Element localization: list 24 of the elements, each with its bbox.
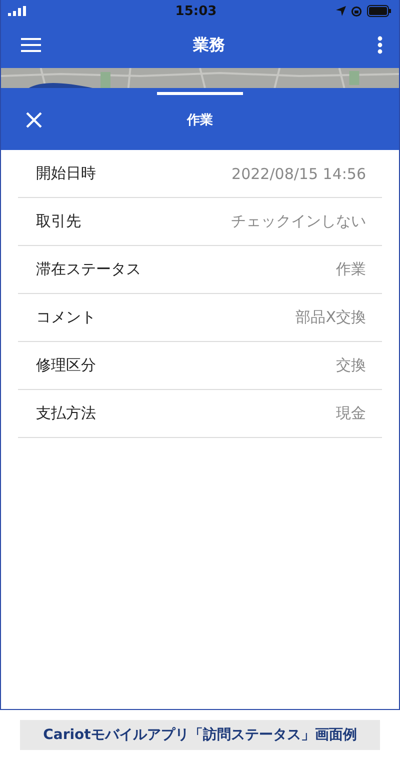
field-value: 2022/08/15 14:56 — [232, 164, 366, 182]
more-options-button[interactable] — [375, 34, 385, 56]
drag-handle[interactable] — [157, 92, 243, 95]
field-value: 部品X交換 — [296, 308, 366, 327]
field-label: 開始日時 — [36, 164, 96, 183]
field-label: 滞在ステータス — [36, 260, 141, 279]
lock-rotation-icon — [350, 6, 362, 16]
field-label: 修理区分 — [36, 356, 96, 375]
location-icon — [336, 6, 346, 16]
caption: Cariotモバイルアプリ「訪問ステータス」画面例 — [20, 720, 380, 750]
field-value: 交換 — [336, 356, 366, 375]
app-title: 業務 — [193, 34, 225, 56]
menu-button[interactable] — [19, 36, 43, 54]
battery-icon — [366, 5, 391, 17]
close-button[interactable] — [24, 110, 44, 130]
field-value: 作業 — [336, 260, 366, 279]
field-value: チェックインしない — [231, 212, 366, 231]
status-time: 15:03 — [175, 4, 217, 18]
field-label: 取引先 — [36, 212, 81, 231]
field-label: 支払方法 — [36, 404, 96, 423]
field-value: 現金 — [336, 404, 366, 423]
signal-icon — [8, 6, 26, 16]
sheet-title: 作業 — [187, 112, 213, 129]
field-label: コメント — [36, 308, 96, 327]
